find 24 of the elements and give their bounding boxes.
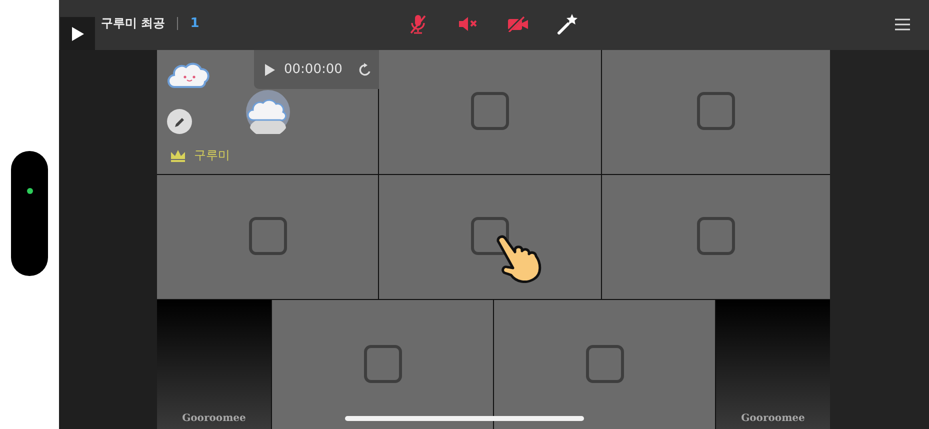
- square-icon: [471, 92, 510, 130]
- square-icon: [248, 217, 287, 255]
- edit-button[interactable]: [167, 109, 192, 134]
- room-title: 구루미 최공: [101, 15, 166, 32]
- indicator-dot: [26, 188, 32, 194]
- pencil-icon: [174, 116, 186, 128]
- participant-count: 1: [190, 16, 200, 31]
- brand-label: Gooroomee: [182, 413, 246, 424]
- magic-wand-icon[interactable]: [557, 12, 579, 34]
- playback-time: 00:00:00: [284, 62, 342, 77]
- square-icon: [364, 344, 402, 382]
- brand-label: Gooroomee: [741, 413, 805, 424]
- square-icon: [586, 344, 624, 382]
- square-icon: [696, 92, 735, 130]
- reset-icon[interactable]: [358, 62, 372, 76]
- play-icon: [70, 26, 84, 42]
- cloud-icon: [167, 62, 211, 90]
- participant-name: 구루미: [194, 147, 230, 164]
- play-icon[interactable]: [264, 62, 276, 76]
- avatar: [246, 90, 290, 134]
- square-icon: [696, 217, 735, 255]
- crown-icon: [170, 149, 186, 162]
- play-button[interactable]: [60, 17, 95, 50]
- menu-icon[interactable]: [895, 18, 910, 30]
